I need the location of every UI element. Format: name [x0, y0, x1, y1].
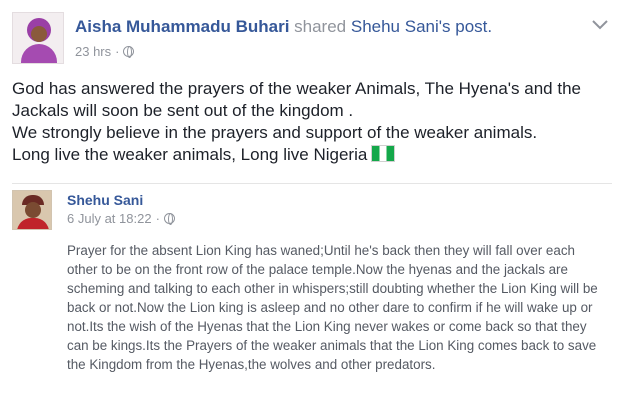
- public-globe-icon: [123, 46, 135, 58]
- shared-author-avatar[interactable]: [12, 190, 52, 230]
- shared-post-text: Prayer for the absent Lion King has wane…: [67, 243, 598, 372]
- shared-author-name-link[interactable]: Shehu Sani: [67, 192, 143, 208]
- post-line-2: We strongly believe in the prayers and s…: [12, 123, 538, 142]
- public-globe-icon: [163, 213, 175, 225]
- shared-post-date[interactable]: 6 July at 18:22: [67, 211, 152, 226]
- author-avatar[interactable]: [12, 12, 64, 64]
- author-name-link[interactable]: Aisha Muhammadu Buhari: [75, 17, 289, 36]
- nigeria-flag-icon: [371, 145, 396, 162]
- post-line-3-text: Long live the weaker animals, Long live …: [12, 145, 368, 164]
- meta-separator: ·: [155, 211, 160, 226]
- post-body: God has answered the prayers of the weak…: [12, 78, 616, 166]
- post-line-3: Long live the weaker animals, Long live …: [12, 144, 616, 166]
- shared-action-text: shared: [289, 17, 351, 36]
- post-meta: 23 hrs ·: [75, 44, 135, 59]
- shared-post-card: Shehu Sani 6 July at 18:22 · Prayer for …: [12, 183, 612, 418]
- author-line: Aisha Muhammadu Buhari shared Shehu Sani…: [75, 17, 492, 37]
- post-line-1: God has answered the prayers of the weak…: [12, 79, 581, 120]
- avatar-body: [21, 44, 57, 63]
- meta-separator: ·: [115, 44, 120, 59]
- avatar-face: [31, 26, 47, 42]
- post-options-chevron-icon[interactable]: [590, 18, 610, 32]
- post-timestamp[interactable]: 23 hrs: [75, 44, 111, 59]
- post-header: Aisha Muhammadu Buhari shared Shehu Sani…: [12, 12, 612, 64]
- avatar-face: [25, 202, 41, 218]
- shared-post-meta: 6 July at 18:22 ·: [67, 211, 175, 226]
- avatar-body: [17, 218, 49, 229]
- shared-post-link[interactable]: Shehu Sani's post.: [351, 17, 492, 36]
